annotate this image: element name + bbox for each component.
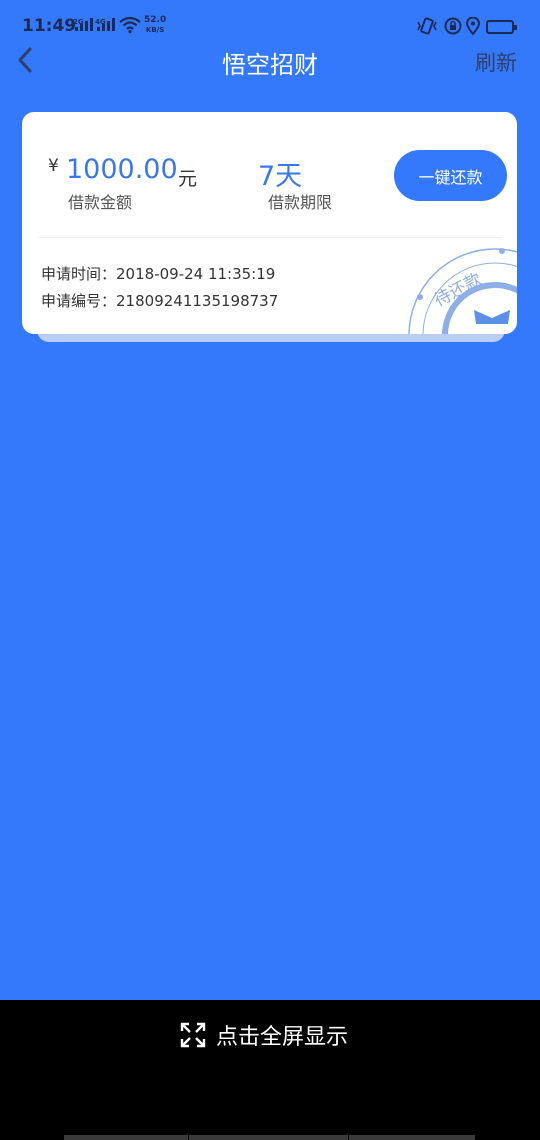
status-bar: 11:49 2G 4G 52.0 KB/S bbox=[0, 0, 540, 48]
envelope-icon bbox=[474, 310, 510, 324]
page-title: 悟空招财 bbox=[222, 51, 318, 79]
back-button[interactable] bbox=[12, 44, 42, 76]
signal-icon bbox=[75, 17, 93, 31]
apply-no-value: 21809241135198737 bbox=[116, 292, 279, 310]
bottom-tab-indicators bbox=[64, 1135, 476, 1140]
vibrate-icon bbox=[417, 17, 437, 35]
fullscreen-button[interactable]: 点击全屏显示 bbox=[180, 1018, 348, 1052]
screen: 11:49 2G 4G 52.0 KB/S 悟空招财 刷新 ¥ 1000.00 … bbox=[0, 0, 540, 1140]
apply-time-label: 申请时间： bbox=[41, 265, 117, 283]
signal-icon-2 bbox=[97, 17, 115, 31]
wifi-icon bbox=[119, 16, 141, 34]
status-time: 11:49 bbox=[22, 16, 77, 36]
location-icon bbox=[466, 17, 480, 35]
lock-rotation-icon bbox=[444, 17, 462, 35]
battery-icon bbox=[486, 20, 517, 34]
term-label: 借款期限 bbox=[268, 193, 333, 212]
speed-unit: KB/S bbox=[145, 26, 165, 34]
apply-no-label: 申请编号： bbox=[41, 292, 117, 310]
amount-unit: 元 bbox=[178, 168, 198, 190]
fullscreen-label: 点击全屏显示 bbox=[216, 1025, 349, 1050]
bottom-bar: 点击全屏显示 bbox=[0, 1000, 540, 1140]
apply-time-value: 2018-09-24 11:35:19 bbox=[116, 265, 276, 283]
divider bbox=[39, 237, 502, 238]
network-speed: 52.0 KB/S bbox=[144, 15, 166, 35]
chevron-left-icon bbox=[18, 47, 32, 73]
currency-symbol: ¥ bbox=[48, 156, 59, 176]
tab-indicator bbox=[64, 1135, 189, 1140]
refresh-button[interactable]: 刷新 bbox=[475, 47, 517, 77]
tab-indicator bbox=[189, 1135, 349, 1140]
expand-icon bbox=[180, 1022, 206, 1048]
apply-no-row: 申请编号：21809241135198737 bbox=[41, 290, 278, 311]
loan-card: ¥ 1000.00 元 借款金额 7天 借款期限 一键还款 申请时间：2018-… bbox=[22, 112, 517, 334]
tab-indicator bbox=[349, 1135, 476, 1140]
speed-value: 52.0 bbox=[144, 15, 167, 25]
pending-repayment-stamp: 待还款 bbox=[408, 248, 517, 334]
repay-button[interactable]: 一键还款 bbox=[394, 150, 507, 201]
loan-term: 7天 bbox=[258, 161, 303, 192]
amount-label: 借款金额 bbox=[68, 193, 133, 212]
loan-amount: 1000.00 bbox=[66, 154, 178, 185]
apply-time-row: 申请时间：2018-09-24 11:35:19 bbox=[41, 263, 275, 284]
